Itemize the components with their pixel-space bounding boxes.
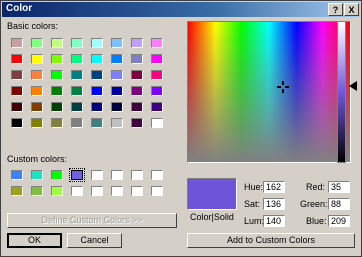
basic-color-swatch[interactable]: [71, 86, 83, 96]
basic-color-swatch[interactable]: [131, 38, 143, 48]
basic-color-swatch[interactable]: [91, 70, 103, 80]
basic-color-swatch[interactable]: [111, 70, 123, 80]
basic-color-swatch[interactable]: [11, 86, 23, 96]
basic-color-swatch[interactable]: [31, 70, 43, 80]
sat-label: Sat:: [244, 199, 261, 209]
basic-color-swatch[interactable]: [111, 86, 123, 96]
basic-colors-label: Basic colors:: [7, 21, 59, 31]
custom-color-swatch[interactable]: [91, 170, 103, 180]
color-dialog: Color ? X Basic colors: Custom colors: D…: [0, 0, 362, 257]
basic-color-swatch[interactable]: [131, 86, 143, 96]
basic-color-swatch[interactable]: [51, 54, 63, 64]
title-bar[interactable]: Color ? X: [2, 2, 360, 17]
custom-color-swatch[interactable]: [131, 170, 143, 180]
basic-color-swatch[interactable]: [111, 54, 123, 64]
basic-color-swatch[interactable]: [71, 54, 83, 64]
basic-color-swatch[interactable]: [51, 118, 63, 128]
basic-color-swatch[interactable]: [31, 38, 43, 48]
color-preview: [187, 178, 237, 210]
custom-colors-label: Custom colors:: [7, 154, 68, 164]
green-field[interactable]: 88: [328, 198, 350, 210]
custom-color-swatch[interactable]: [11, 186, 23, 196]
basic-color-swatch[interactable]: [11, 70, 23, 80]
basic-color-swatch[interactable]: [91, 54, 103, 64]
custom-color-swatch[interactable]: [71, 186, 83, 196]
basic-color-swatch[interactable]: [151, 118, 163, 128]
window-title: Color: [6, 3, 33, 14]
help-button[interactable]: ?: [328, 3, 343, 16]
basic-color-swatch[interactable]: [151, 38, 163, 48]
hue-field[interactable]: 162: [263, 181, 285, 193]
basic-color-swatch[interactable]: [11, 54, 23, 64]
custom-color-swatch[interactable]: [111, 170, 123, 180]
basic-color-swatch[interactable]: [151, 54, 163, 64]
basic-color-swatch[interactable]: [151, 102, 163, 112]
blue-field[interactable]: 209: [328, 215, 350, 227]
basic-color-swatch[interactable]: [51, 86, 63, 96]
basic-color-swatch[interactable]: [91, 118, 103, 128]
custom-color-swatch[interactable]: [51, 186, 63, 196]
custom-color-swatch[interactable]: [91, 186, 103, 196]
basic-color-swatch[interactable]: [91, 86, 103, 96]
lum-field[interactable]: 140: [263, 215, 285, 227]
basic-color-swatch[interactable]: [131, 102, 143, 112]
define-custom-colors-button[interactable]: Define Custom Colors >>: [7, 213, 177, 228]
basic-color-swatch[interactable]: [111, 102, 123, 112]
basic-color-swatch[interactable]: [111, 118, 123, 128]
custom-color-swatch[interactable]: [131, 186, 143, 196]
basic-color-swatch[interactable]: [31, 86, 43, 96]
custom-color-swatch[interactable]: [31, 170, 43, 180]
basic-color-swatch[interactable]: [71, 118, 83, 128]
basic-color-swatch[interactable]: [11, 38, 23, 48]
custom-color-swatch[interactable]: [51, 170, 63, 180]
hue-label: Hue:: [244, 182, 264, 192]
basic-color-swatch[interactable]: [151, 86, 163, 96]
lum-label: Lum:: [244, 216, 265, 226]
custom-color-swatch[interactable]: [151, 170, 163, 180]
basic-color-swatch[interactable]: [11, 118, 23, 128]
basic-color-swatch[interactable]: [71, 38, 83, 48]
basic-color-swatch[interactable]: [131, 118, 143, 128]
color-solid-label: Color|Solid: [190, 212, 234, 222]
basic-color-swatch[interactable]: [131, 54, 143, 64]
basic-color-swatch[interactable]: [151, 70, 163, 80]
red-label: Red:: [306, 182, 326, 192]
basic-color-swatch[interactable]: [91, 38, 103, 48]
basic-color-swatch[interactable]: [31, 54, 43, 64]
basic-color-swatch[interactable]: [111, 38, 123, 48]
close-button[interactable]: X: [344, 3, 359, 16]
basic-color-swatch[interactable]: [51, 70, 63, 80]
custom-color-swatch[interactable]: [31, 186, 43, 196]
green-label: Green:: [300, 199, 328, 209]
crosshair-icon: [277, 81, 289, 93]
add-to-custom-colors-button[interactable]: Add to Custom Colors: [187, 233, 355, 248]
basic-color-swatch[interactable]: [91, 102, 103, 112]
basic-color-swatch[interactable]: [31, 102, 43, 112]
basic-color-swatch[interactable]: [11, 102, 23, 112]
luminosity-slider[interactable]: [337, 21, 346, 163]
basic-color-swatch[interactable]: [31, 118, 43, 128]
basic-color-swatch[interactable]: [51, 102, 63, 112]
basic-color-swatch[interactable]: [131, 70, 143, 80]
luminosity-arrow-icon[interactable]: [349, 81, 357, 91]
cancel-button[interactable]: Cancel: [67, 233, 122, 248]
sat-field[interactable]: 136: [263, 198, 285, 210]
custom-color-swatch[interactable]: [69, 168, 85, 182]
red-field[interactable]: 35: [328, 181, 350, 193]
basic-color-swatch[interactable]: [71, 70, 83, 80]
basic-color-swatch[interactable]: [51, 38, 63, 48]
custom-color-swatch[interactable]: [151, 186, 163, 196]
custom-color-swatch[interactable]: [11, 170, 23, 180]
basic-color-swatch[interactable]: [71, 102, 83, 112]
ok-button[interactable]: OK: [7, 233, 62, 248]
blue-label: Blue:: [306, 216, 327, 226]
color-spectrum[interactable]: [187, 21, 351, 163]
custom-color-swatch[interactable]: [111, 186, 123, 196]
